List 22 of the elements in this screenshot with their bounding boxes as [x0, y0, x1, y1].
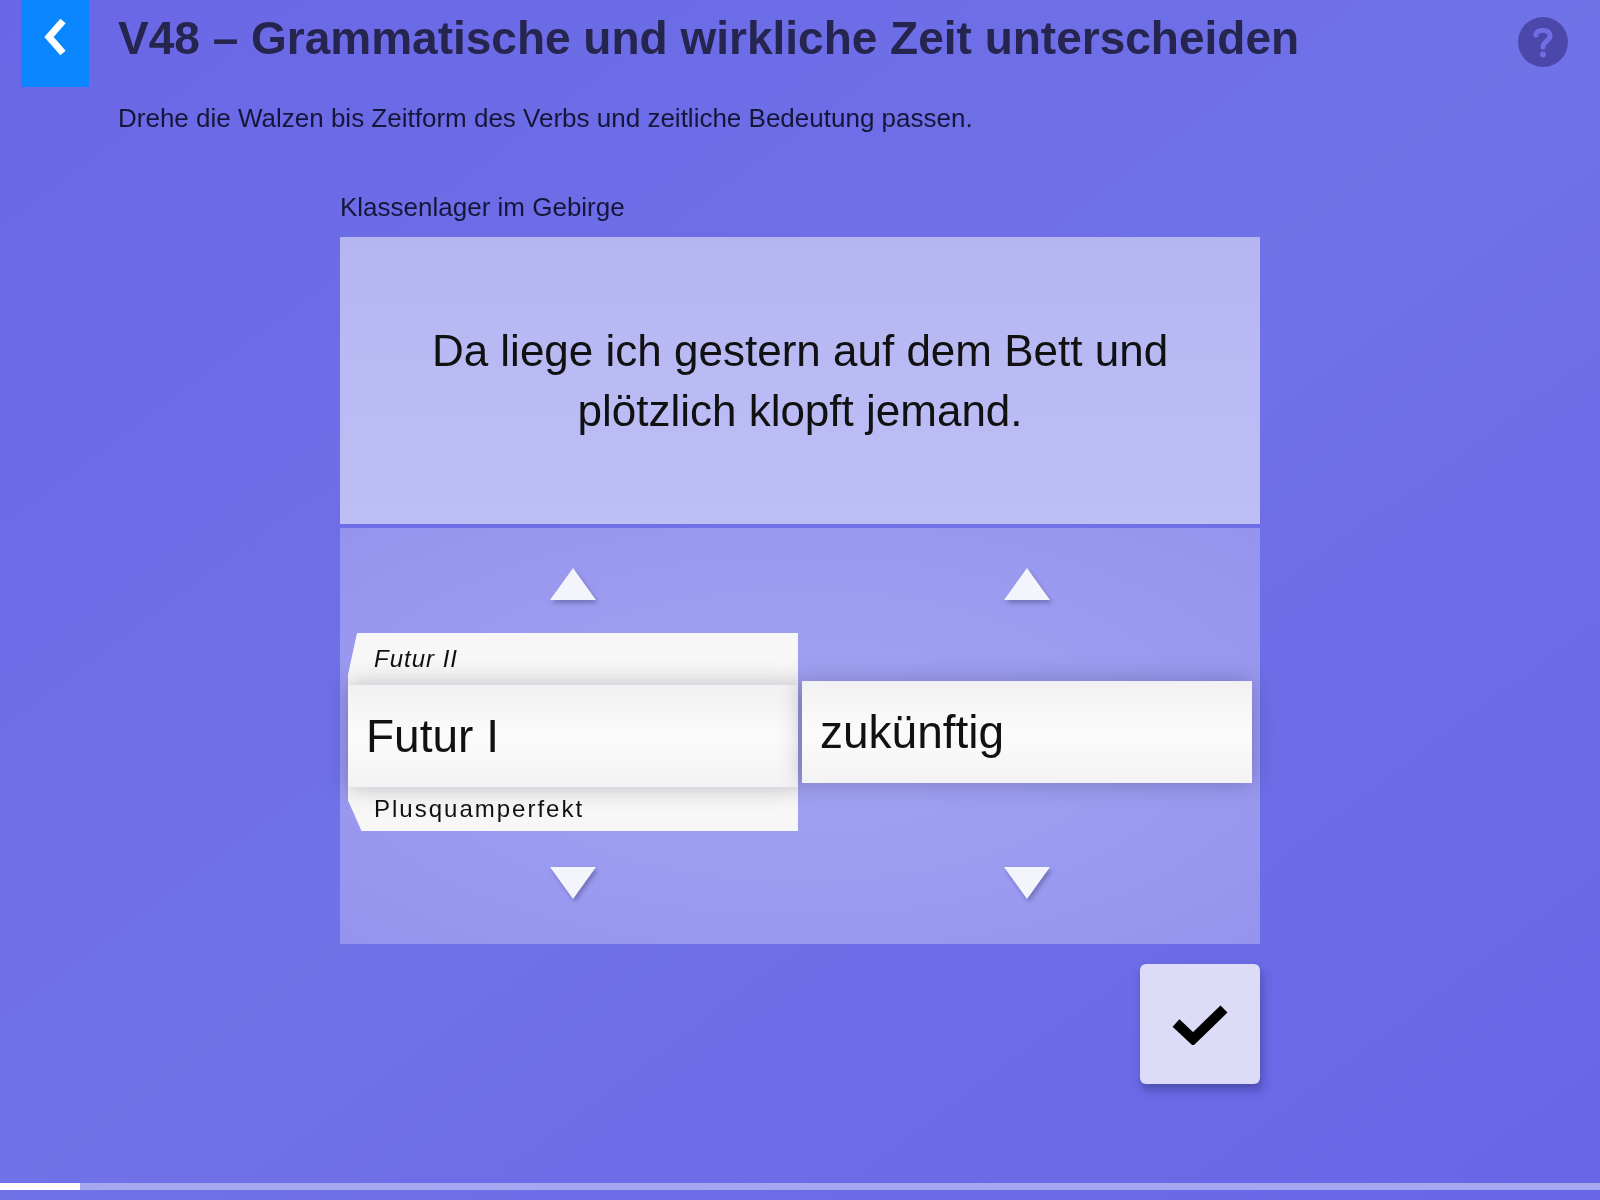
reel-item[interactable]: Futur I: [348, 685, 798, 787]
back-button[interactable]: [21, 0, 89, 87]
scroll-down-button[interactable]: [1002, 865, 1052, 901]
chevron-left-icon: [43, 16, 67, 57]
triangle-down-icon: [548, 865, 598, 901]
reel-item[interactable]: Futur II: [348, 633, 798, 685]
reel-item[interactable]: zukünftig: [802, 681, 1252, 783]
check-button[interactable]: [1140, 964, 1260, 1084]
check-icon: [1172, 1003, 1228, 1045]
instruction-text: Drehe die Walzen bis Zeitform des Verbs und zeitliche Bedeutung passen.: [118, 102, 974, 134]
help-button[interactable]: [1518, 17, 1568, 67]
sentence-text: Da liege ich gestern auf dem Bett und plötzlich klopft jemand.: [430, 324, 1170, 437]
exercise-heading: Klassenlager im Gebirge: [340, 191, 626, 224]
scroll-up-button[interactable]: [548, 566, 598, 602]
triangle-up-icon: [548, 566, 598, 602]
triangle-up-icon: [1002, 566, 1052, 602]
page-title: V48 – Grammatische und wirkliche Zeit unterscheiden: [118, 11, 1300, 66]
reel-item[interactable]: Plusquamperfekt: [348, 787, 798, 831]
triangle-down-icon: [1002, 865, 1052, 901]
scroll-up-button[interactable]: [1002, 566, 1052, 602]
question-mark-icon: [1533, 26, 1553, 58]
scroll-down-button[interactable]: [548, 865, 598, 901]
